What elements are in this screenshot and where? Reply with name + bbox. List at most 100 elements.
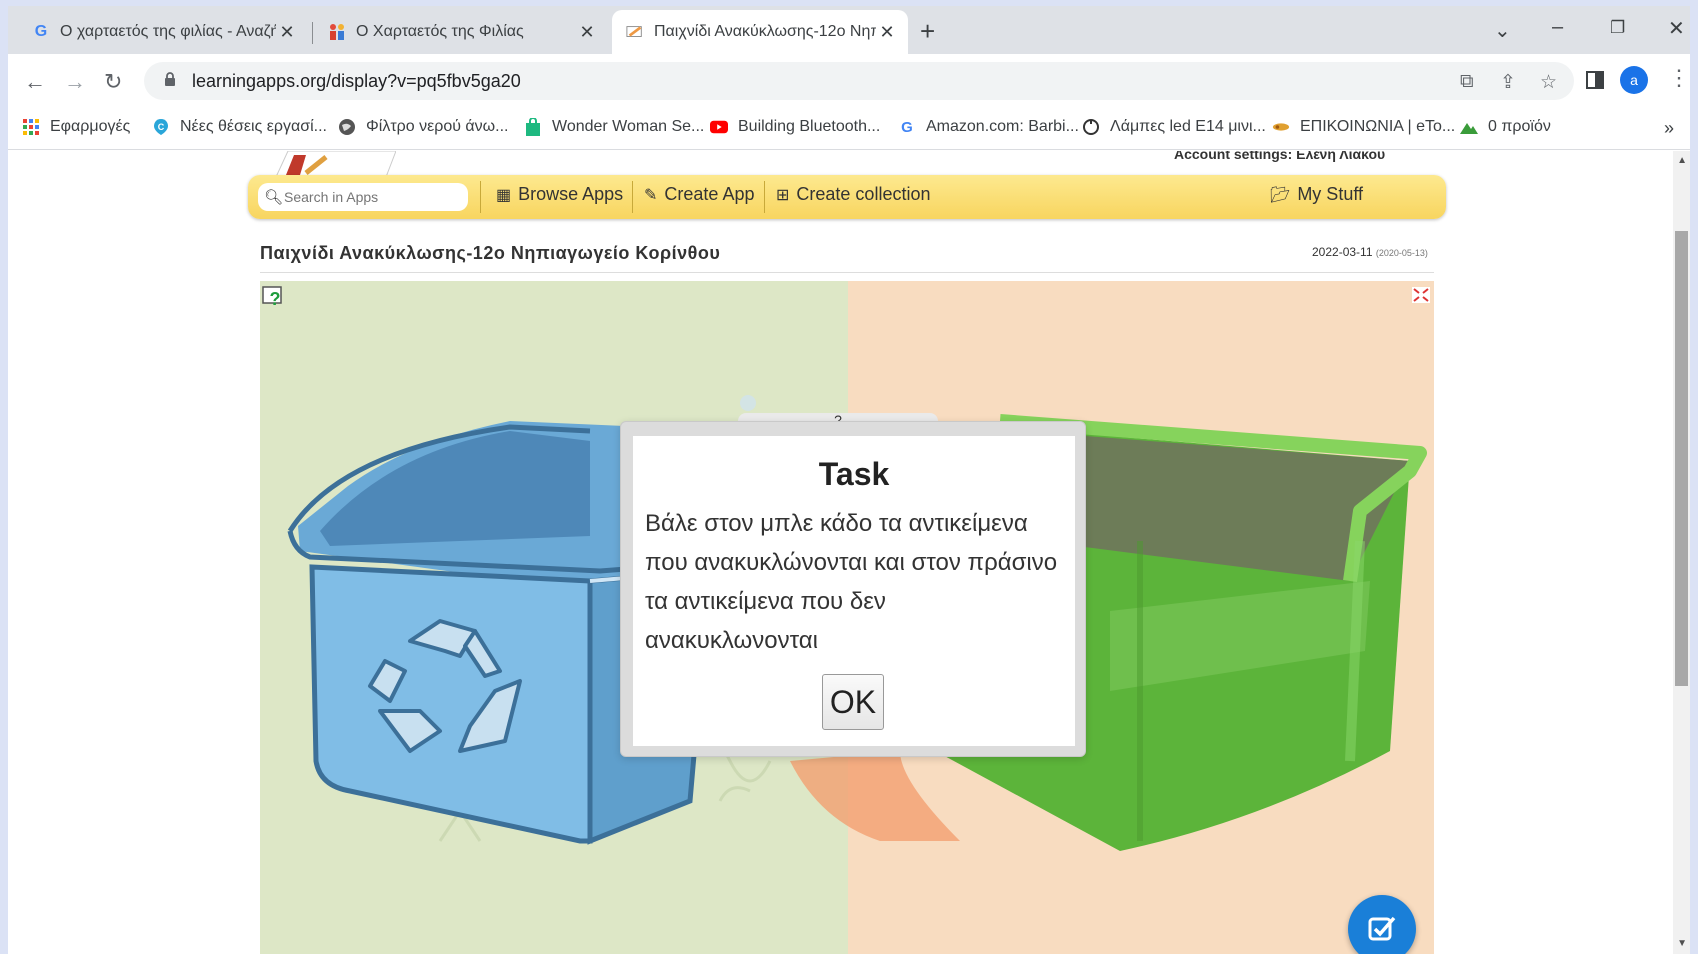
bookmark-item[interactable]: C Νέες θέσεις εργασί... xyxy=(152,118,327,136)
more-bookmarks-icon[interactable]: » xyxy=(1664,118,1674,139)
browse-apps-link[interactable]: ▦ Browse Apps xyxy=(496,184,623,205)
close-icon[interactable]: ✕ xyxy=(276,21,298,43)
my-stuff-link[interactable]: 📂︎ My Stuff xyxy=(1270,184,1363,205)
new-tab-icon[interactable]: + xyxy=(920,18,935,44)
apps-grid-icon xyxy=(22,118,40,136)
bookmark-item[interactable]: Building Bluetooth... xyxy=(710,118,880,136)
scrollbar-thumb[interactable] xyxy=(1675,231,1688,686)
tab-search-icon[interactable]: ⌄ xyxy=(1494,18,1511,43)
date-created: (2020-05-13) xyxy=(1375,248,1428,258)
scroll-down-icon[interactable]: ▼ xyxy=(1677,938,1687,949)
bookmark-item[interactable]: ΕΠΙΚΟΙΝΩΝΙΑ | eTo... xyxy=(1272,118,1455,136)
tab-3-active[interactable]: Παιχνίδι Ανακύκλωσης-12ο Νηπ ✕ xyxy=(612,10,908,54)
bookmark-label: Εφαρμογές xyxy=(50,118,131,135)
search-box[interactable]: 🔍︎ xyxy=(258,183,468,211)
browser-toolbar: ← → ↻ learningapps.org/display?v=pq5fbv5… xyxy=(8,54,1690,108)
bookmark-label: Wonder Woman Se... xyxy=(552,118,705,135)
tab-strip: G Ο χαρταετός της φιλίας - Αναζή ✕ Ο Χαρ… xyxy=(8,6,1690,54)
close-window-icon[interactable]: ✕ xyxy=(1668,16,1685,41)
minimize-icon[interactable]: – xyxy=(1552,16,1563,39)
dialog-text: Βάλε στον μπλε κάδο τα αντικείμενα που α… xyxy=(645,510,1058,654)
outer-border xyxy=(0,0,8,954)
share-icon[interactable]: ⇪ xyxy=(1500,71,1516,94)
bookmark-label: Amazon.com: Barbi... xyxy=(926,118,1079,135)
outer-border xyxy=(1690,0,1698,954)
nav-separator xyxy=(632,181,633,213)
check-answers-button[interactable] xyxy=(1348,895,1416,954)
scroll-up-icon[interactable]: ▲ xyxy=(1677,155,1687,166)
bookmark-label: 0 προϊόν xyxy=(1488,118,1551,135)
pencil-icon: ✎ xyxy=(644,186,658,204)
search-input[interactable] xyxy=(284,188,462,206)
task-dialog-body: Task Βάλε στον μπλε κάδο τα αντικείμενα … xyxy=(633,436,1075,746)
account-settings-link[interactable]: Account settings: Ελένη Λιακου xyxy=(1174,151,1385,162)
google-icon: G xyxy=(901,118,913,136)
nav-separator xyxy=(480,181,481,213)
tab-2[interactable]: Ο Χαρταετός της Φιλίας ✕ xyxy=(314,10,608,54)
learningapps-icon xyxy=(626,23,644,41)
ok-button[interactable]: OK xyxy=(822,674,884,730)
tab-separator xyxy=(312,22,313,44)
url-text: learningapps.org/display?v=pq5fbv5ga20 xyxy=(192,71,521,91)
forward-icon[interactable]: → xyxy=(64,69,86,95)
task-dialog: Task Βάλε στον μπλε κάδο τα αντικείμενα … xyxy=(620,421,1086,757)
site-logo[interactable] xyxy=(276,151,396,177)
svg-text:C: C xyxy=(158,122,165,132)
close-icon[interactable]: ✕ xyxy=(576,21,598,43)
checkbox-check-icon xyxy=(1368,916,1396,941)
tab-title: Παιχνίδι Ανακύκλωσης-12ο Νηπ xyxy=(654,23,876,40)
grid-icon: ▦ xyxy=(496,186,512,204)
lamp-icon xyxy=(1082,118,1100,136)
bookmark-item[interactable]: 0 προϊόν xyxy=(1460,118,1551,136)
collection-icon: ⊞ xyxy=(776,186,790,204)
bookmarks-bar: Εφαρμογές C Νέες θέσεις εργασί... Φίλτρο… xyxy=(8,108,1690,150)
divider xyxy=(260,272,1434,273)
nav-separator xyxy=(764,181,765,213)
bookmark-label: Building Bluetooth... xyxy=(738,118,881,135)
bookmark-label: Λάμπες led E14 μινι... xyxy=(1110,118,1266,135)
game-area: ? ? Task Βάλε στον μπλε κάδο τα αντικείμ… xyxy=(260,281,1434,954)
tab-1[interactable]: G Ο χαρταετός της φιλίας - Αναζή ✕ xyxy=(18,10,308,54)
app-date: 2022-03-11 (2020-05-13) xyxy=(1312,245,1428,259)
c-logo-icon: C xyxy=(152,118,170,136)
bookmark-item[interactable]: Wonder Woman Se... xyxy=(524,118,704,136)
bookmark-item[interactable]: Λάμπες led E14 μινι... xyxy=(1082,118,1266,136)
side-panel-icon[interactable] xyxy=(1586,71,1604,89)
tab-title: Ο Χαρταετός της Φιλίας xyxy=(356,23,524,40)
mountain-icon xyxy=(1460,118,1478,136)
profile-avatar[interactable]: a xyxy=(1620,66,1648,94)
back-icon[interactable]: ← xyxy=(24,69,46,95)
close-icon[interactable]: ✕ xyxy=(876,21,898,43)
bookmark-label: Φίλτρο νερού άνω... xyxy=(366,118,509,135)
menu-dots-icon[interactable]: ⋮ xyxy=(1668,66,1690,90)
google-icon: G xyxy=(34,23,48,40)
date-value: 2022-03-11 xyxy=(1312,245,1373,259)
page-viewport: Account settings: Ελένη Λιακου 🔍︎ ▦ Brow… xyxy=(8,151,1690,954)
create-collection-link[interactable]: ⊞ Create collection xyxy=(776,184,930,205)
bookmark-item[interactable]: G Amazon.com: Barbi... xyxy=(898,118,1079,136)
kids-icon xyxy=(328,23,346,41)
address-bar[interactable]: learningapps.org/display?v=pq5fbv5ga20 ⧉… xyxy=(144,62,1574,100)
nav-label: My Stuff xyxy=(1297,184,1364,204)
site-navbar: 🔍︎ ▦ Browse Apps ✎ Create App ⊞ Create c… xyxy=(248,175,1446,219)
translate-icon[interactable]: ⧉ xyxy=(1460,71,1474,93)
folder-open-icon: 📂︎ xyxy=(1270,186,1291,204)
search-icon: 🔍︎ xyxy=(264,189,284,206)
bookmark-star-icon[interactable]: ☆ xyxy=(1540,71,1557,94)
lock-icon xyxy=(165,72,175,86)
fullscreen-icon[interactable] xyxy=(1412,287,1430,303)
create-app-link[interactable]: ✎ Create App xyxy=(644,184,754,205)
page-scrollbar[interactable]: ▲ ▼ xyxy=(1673,151,1690,954)
help-icon[interactable]: ? xyxy=(262,285,286,309)
bookmark-apps[interactable]: Εφαρμογές xyxy=(22,118,130,136)
reload-icon[interactable]: ↻ xyxy=(104,69,122,95)
bookmark-item[interactable]: Φίλτρο νερού άνω... xyxy=(338,118,509,136)
nav-label: Create App xyxy=(664,184,755,204)
page-title: Παιχνίδι Ανακύκλωσης-12ο Νηπιαγωγείο Κορ… xyxy=(260,243,721,263)
bookmark-label: ΕΠΙΚΟΙΝΩΝΙΑ | eTo... xyxy=(1300,118,1456,135)
globe-icon xyxy=(338,118,356,136)
svg-text:?: ? xyxy=(270,289,281,309)
screenshot-frame: G Ο χαρταετός της φιλίας - Αναζή ✕ Ο Χαρ… xyxy=(0,0,1698,954)
shopping-bag-icon xyxy=(524,118,542,136)
restore-icon[interactable]: ❐ xyxy=(1610,18,1625,38)
